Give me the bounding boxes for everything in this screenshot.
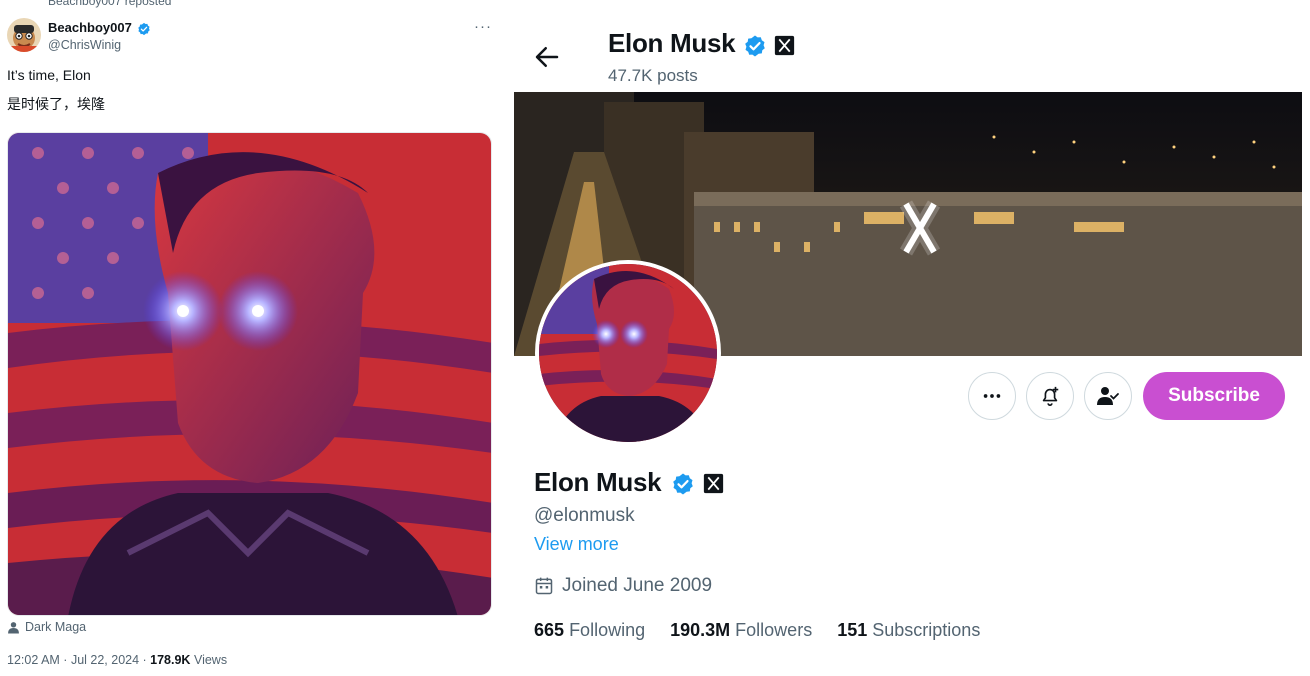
arrow-left-icon (535, 47, 559, 67)
tweet-panel: Beachboy007 reposted Beachboy007 @ChrisW… (0, 0, 505, 676)
profile-stats: 665 Following 190.3M Followers 151 Subsc… (534, 620, 980, 641)
tweet-text-line-2: 是时候了，埃隆 (7, 97, 105, 113)
subscriptions-count: 151 (837, 620, 868, 640)
joined-label: Joined June 2009 (562, 575, 713, 596)
header-posts-count: 47.7K posts (608, 66, 698, 85)
tweet-date[interactable]: Jul 22, 2024 (71, 653, 139, 667)
followers-stat[interactable]: 190.3M Followers (670, 620, 812, 641)
subscriptions-stat[interactable]: 151 Subscriptions (837, 620, 980, 641)
tweet-time[interactable]: 12:02 AM (7, 653, 60, 667)
views-label: Views (193, 653, 228, 667)
verified-badge-icon (138, 22, 150, 36)
bell-plus-icon (1042, 386, 1059, 406)
following-stat[interactable]: 665 Following (534, 620, 645, 641)
header-name: Elon Musk (608, 28, 736, 58)
person-icon (8, 621, 19, 633)
following-count: 665 (534, 620, 565, 640)
media-credit-label: Dark Maga (25, 620, 87, 634)
profile-avatar[interactable] (535, 260, 721, 446)
tweet-text-line-1: It’s time, Elon (7, 67, 91, 83)
following-label: Following (569, 620, 646, 640)
joined-date: Joined June 2009 (534, 575, 712, 597)
profile-name: Elon Musk (534, 467, 662, 497)
tweet-meta: 12:02 AM · Jul 22, 2024 · 178.9K Views (7, 653, 228, 667)
view-more-link[interactable]: View more (534, 534, 619, 555)
notifications-button[interactable] (1026, 372, 1074, 420)
ellipsis-icon (983, 394, 1001, 398)
followers-label: Followers (735, 620, 813, 640)
subscribe-button[interactable]: Subscribe (1143, 372, 1285, 420)
repost-indicator: Beachboy007 reposted (48, 0, 171, 8)
verified-badge-icon (673, 473, 693, 495)
subscriptions-label: Subscriptions (872, 620, 981, 640)
x-affiliate-icon[interactable] (774, 35, 795, 56)
views-count: 178.9K (150, 653, 191, 667)
person-check-icon (1097, 387, 1119, 405)
profile-panel: Elon Musk 47.7K posts Subscribe Elon Mus… (514, 0, 1310, 676)
repost-text: Beachboy007 reposted (48, 0, 172, 8)
back-button[interactable] (532, 42, 562, 72)
followers-count: 190.3M (670, 620, 731, 640)
more-options-icon[interactable]: ··· (474, 18, 492, 35)
author-name[interactable]: Beachboy007 (48, 20, 132, 35)
profile-handle: @elonmusk (534, 505, 635, 526)
author-avatar[interactable] (7, 18, 41, 52)
author-handle[interactable]: @ChrisWinig (48, 38, 121, 52)
tweet-media-image[interactable] (7, 132, 492, 616)
more-options-button[interactable] (968, 372, 1016, 420)
media-credit[interactable]: Dark Maga (7, 620, 86, 634)
verified-badge-icon (745, 35, 765, 57)
x-affiliate-icon[interactable] (703, 473, 724, 494)
following-button[interactable] (1084, 372, 1132, 420)
calendar-icon (535, 577, 553, 595)
